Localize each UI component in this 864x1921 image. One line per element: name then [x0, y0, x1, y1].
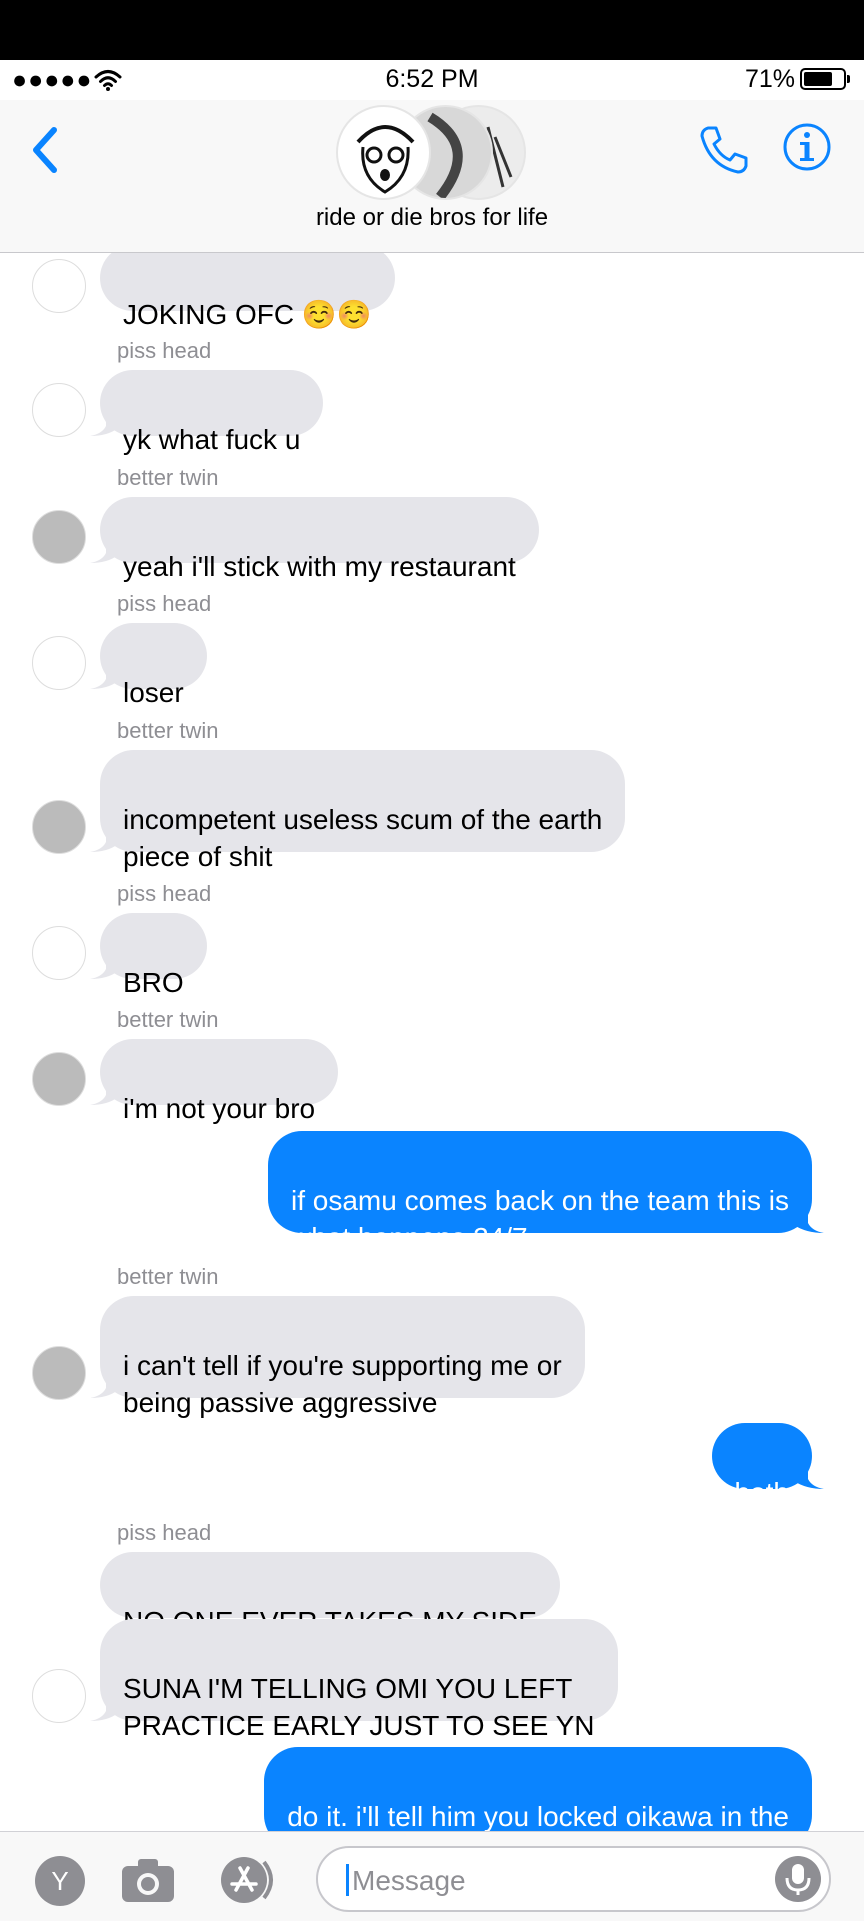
message-text: if osamu comes back on the team this is …	[291, 1185, 789, 1253]
outgoing-bubble[interactable]: both	[711, 1423, 824, 1508]
sender-name: better twin	[117, 1264, 219, 1289]
sender-avatar[interactable]	[32, 383, 86, 437]
bubble-tail	[90, 537, 118, 563]
incoming-bubble[interactable]: SUNA I'M TELLING OMI YOU LEFT PRACTICE E…	[90, 1619, 618, 1741]
sender-name: piss head	[117, 1520, 212, 1545]
incoming-bubble[interactable]: yk what fuck u	[90, 370, 324, 455]
bubble-tail	[90, 953, 118, 979]
message-text: i'm not your bro	[123, 1093, 316, 1124]
status-time: 6:52 PM	[385, 65, 479, 93]
sender-avatar[interactable]	[32, 1669, 86, 1723]
sender-avatar[interactable]	[32, 1346, 86, 1400]
message-text: yk what fuck u	[123, 424, 301, 455]
bubble-tail	[90, 663, 118, 689]
message-text: JOKING OFC ☺️☺️	[123, 299, 372, 330]
bubble-tail	[90, 826, 118, 852]
incoming-bubble[interactable]: i can't tell if you're supporting me or …	[90, 1296, 585, 1418]
microphone-icon[interactable]	[775, 1856, 821, 1902]
battery-percent: 71%	[745, 65, 796, 93]
bubble-tail	[90, 410, 118, 436]
message-thread[interactable]: JOKING OFC ☺️☺️ piss head yk what fuck u…	[0, 253, 864, 1831]
sender-name: piss head	[117, 591, 212, 616]
message-composer: Y	[0, 1831, 864, 1921]
sender-name: better twin	[117, 465, 219, 490]
message-field[interactable]	[316, 1846, 831, 1912]
status-bar: ●●●●● 6:52 PM 71%	[0, 60, 864, 100]
sender-avatar[interactable]	[32, 636, 86, 690]
message-text: both	[734, 1477, 790, 1508]
message-text: BRO	[123, 967, 184, 998]
message-text: SUNA I'M TELLING OMI YOU LEFT PRACTICE E…	[123, 1673, 595, 1741]
back-chevron-icon[interactable]	[26, 120, 66, 180]
sender-name: better twin	[117, 1007, 219, 1032]
appstore-icon[interactable]	[216, 1854, 282, 1906]
group-avatar-1	[336, 105, 431, 200]
incoming-bubble[interactable]: incompetent useless scum of the earth pi…	[90, 750, 626, 872]
sender-avatar[interactable]	[32, 1052, 86, 1106]
outgoing-bubble[interactable]: if osamu comes back on the team this is …	[268, 1131, 824, 1253]
message-text: i can't tell if you're supporting me or …	[123, 1350, 562, 1418]
text-cursor	[346, 1864, 349, 1896]
sender-avatar[interactable]	[32, 926, 86, 980]
incoming-bubble[interactable]: NO ONE EVER TAKES MY SIDE	[100, 1552, 560, 1637]
message-text: yeah i'll stick with my restaurant	[123, 551, 516, 582]
incoming-bubble[interactable]: yeah i'll stick with my restaurant	[90, 497, 539, 582]
incoming-bubble[interactable]: loser	[90, 623, 207, 708]
group-avatars[interactable]	[336, 105, 526, 200]
sender-avatar[interactable]	[32, 800, 86, 854]
incoming-bubble[interactable]: i'm not your bro	[90, 1039, 339, 1124]
bubble-tail	[90, 1079, 118, 1105]
phone-icon[interactable]	[696, 122, 752, 178]
incoming-bubble[interactable]: JOKING OFC ☺️☺️	[100, 253, 395, 330]
message-text: do it. i'll tell him you locked oikawa i…	[287, 1801, 789, 1831]
camera-icon[interactable]	[118, 1854, 178, 1906]
outgoing-bubble[interactable]: do it. i'll tell him you locked oikawa i…	[264, 1747, 812, 1831]
sender-avatar[interactable]	[32, 259, 86, 313]
bubble-tail	[794, 1463, 824, 1489]
bubble-tail	[90, 1695, 118, 1721]
info-icon[interactable]	[782, 122, 832, 172]
sender-name: piss head	[117, 881, 212, 906]
message-text: incompetent useless scum of the earth pi…	[123, 804, 603, 872]
message-text: loser	[123, 677, 184, 708]
battery-icon	[800, 68, 850, 90]
bubble-tail	[90, 1372, 118, 1398]
sender-name: piss head	[117, 338, 212, 363]
sender-name: better twin	[117, 718, 219, 743]
conversation-title[interactable]: ride or die bros for life	[0, 204, 864, 232]
top-black-bar	[0, 0, 864, 60]
app-drawer-button[interactable]: Y	[35, 1856, 85, 1906]
message-input[interactable]	[350, 1860, 774, 1902]
conversation-header: ride or die bros for life	[0, 100, 864, 253]
sender-avatar[interactable]	[32, 510, 86, 564]
bubble-tail	[794, 1207, 824, 1233]
incoming-bubble[interactable]: BRO	[90, 913, 207, 998]
